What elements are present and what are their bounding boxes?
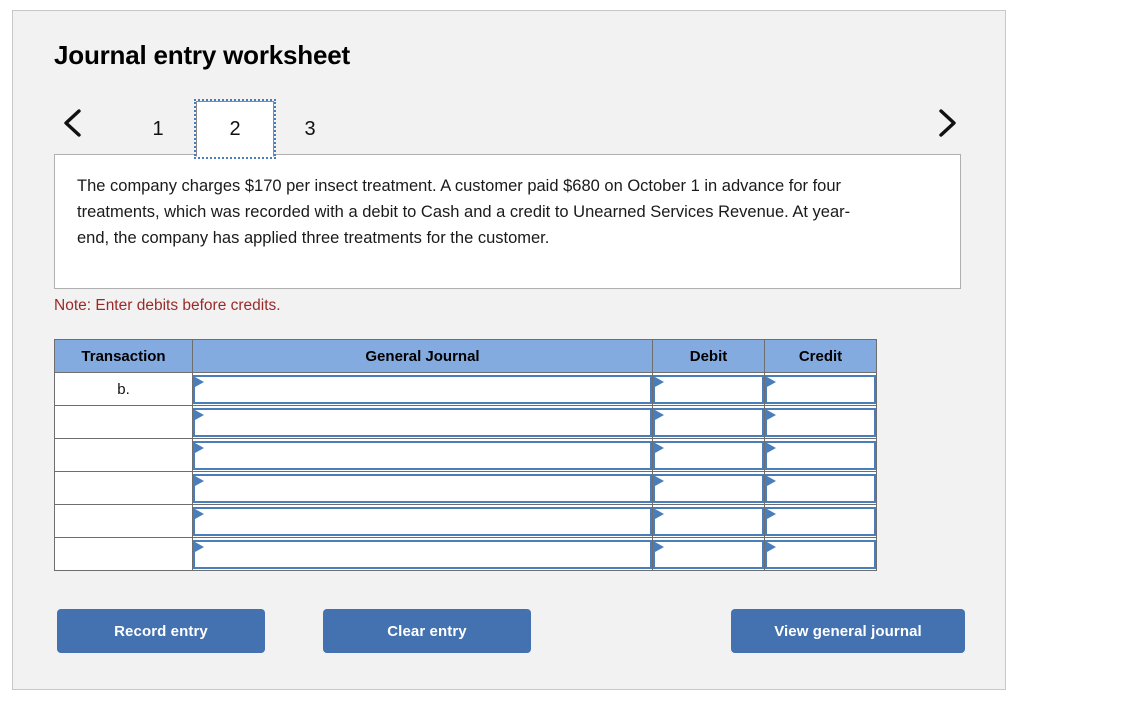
debit-input-row-1[interactable] <box>653 374 764 404</box>
column-header-credit: Credit <box>764 339 877 373</box>
worksheet-tab-strip: 1 2 3 <box>13 93 1005 159</box>
account-dropdown-row-1[interactable] <box>193 374 652 404</box>
credit-input-row-4[interactable] <box>765 473 876 503</box>
table-row <box>54 471 877 505</box>
credit-input-row-5[interactable] <box>765 506 876 536</box>
debit-input-row-4[interactable] <box>653 473 764 503</box>
tab-page-2[interactable]: 2 <box>194 99 276 159</box>
transaction-label-row-1: b. <box>54 372 193 406</box>
account-dropdown-cell-row-6[interactable] <box>192 537 653 571</box>
journal-entry-worksheet-panel: Journal entry worksheet 1 2 3 The compan… <box>12 10 1006 690</box>
credit-input-row-2[interactable] <box>765 407 876 437</box>
account-dropdown-row-4[interactable] <box>193 473 652 503</box>
tab-page-1[interactable]: 1 <box>137 103 179 155</box>
journal-table-header-row: Transaction General Journal Debit Credit <box>54 339 877 373</box>
credit-input-row-1[interactable] <box>765 374 876 404</box>
debit-input-cell-row-1[interactable] <box>652 372 765 406</box>
table-row <box>54 438 877 472</box>
column-header-debit: Debit <box>652 339 765 373</box>
journal-table-head: Transaction General Journal Debit Credit <box>54 339 877 373</box>
transaction-label-row-3 <box>54 438 193 472</box>
journal-table-body: b. <box>54 372 877 571</box>
table-row <box>54 537 877 571</box>
account-dropdown-cell-row-4[interactable] <box>192 471 653 505</box>
credit-input-cell-row-2[interactable] <box>764 405 877 439</box>
account-dropdown-row-6[interactable] <box>193 539 652 569</box>
transaction-label-row-2 <box>54 405 193 439</box>
transaction-label-row-4 <box>54 471 193 505</box>
chevron-right-icon[interactable] <box>930 103 964 143</box>
account-dropdown-cell-row-2[interactable] <box>192 405 653 439</box>
debit-input-cell-row-2[interactable] <box>652 405 765 439</box>
table-row <box>54 504 877 538</box>
debit-input-cell-row-6[interactable] <box>652 537 765 571</box>
debit-input-row-5[interactable] <box>653 506 764 536</box>
account-dropdown-row-3[interactable] <box>193 440 652 470</box>
scenario-text: The company charges $170 per insect trea… <box>77 177 851 247</box>
chevron-left-icon[interactable] <box>56 103 90 143</box>
credit-input-row-6[interactable] <box>765 539 876 569</box>
table-row <box>54 405 877 439</box>
tab-page-3[interactable]: 3 <box>289 103 331 155</box>
account-dropdown-cell-row-5[interactable] <box>192 504 653 538</box>
credit-input-cell-row-6[interactable] <box>764 537 877 571</box>
transaction-label-row-6 <box>54 537 193 571</box>
tab-page-2-label: 2 <box>229 117 241 140</box>
transaction-label-row-5 <box>54 504 193 538</box>
debits-before-credits-note: Note: Enter debits before credits. <box>54 297 281 314</box>
account-dropdown-cell-row-3[interactable] <box>192 438 653 472</box>
record-entry-button[interactable]: Record entry <box>57 609 265 653</box>
debit-input-row-3[interactable] <box>653 440 764 470</box>
account-dropdown-row-2[interactable] <box>193 407 652 437</box>
debit-input-cell-row-4[interactable] <box>652 471 765 505</box>
credit-input-cell-row-4[interactable] <box>764 471 877 505</box>
tab-page-3-label: 3 <box>304 117 316 140</box>
debit-input-row-6[interactable] <box>653 539 764 569</box>
tab-page-1-label: 1 <box>152 117 164 140</box>
debit-input-row-2[interactable] <box>653 407 764 437</box>
credit-input-cell-row-3[interactable] <box>764 438 877 472</box>
scenario-description-box: The company charges $170 per insect trea… <box>54 154 961 289</box>
column-header-general-journal: General Journal <box>192 339 653 373</box>
debit-input-cell-row-5[interactable] <box>652 504 765 538</box>
page-title: Journal entry worksheet <box>54 40 350 70</box>
view-general-journal-button[interactable]: View general journal <box>731 609 965 653</box>
table-row: b. <box>54 372 877 406</box>
credit-input-row-3[interactable] <box>765 440 876 470</box>
credit-input-cell-row-5[interactable] <box>764 504 877 538</box>
account-dropdown-row-5[interactable] <box>193 506 652 536</box>
credit-input-cell-row-1[interactable] <box>764 372 877 406</box>
debit-input-cell-row-3[interactable] <box>652 438 765 472</box>
column-header-transaction: Transaction <box>54 339 193 373</box>
journal-entry-table: Transaction General Journal Debit Credit… <box>54 339 877 571</box>
clear-entry-button[interactable]: Clear entry <box>323 609 531 653</box>
account-dropdown-cell-row-1[interactable] <box>192 372 653 406</box>
